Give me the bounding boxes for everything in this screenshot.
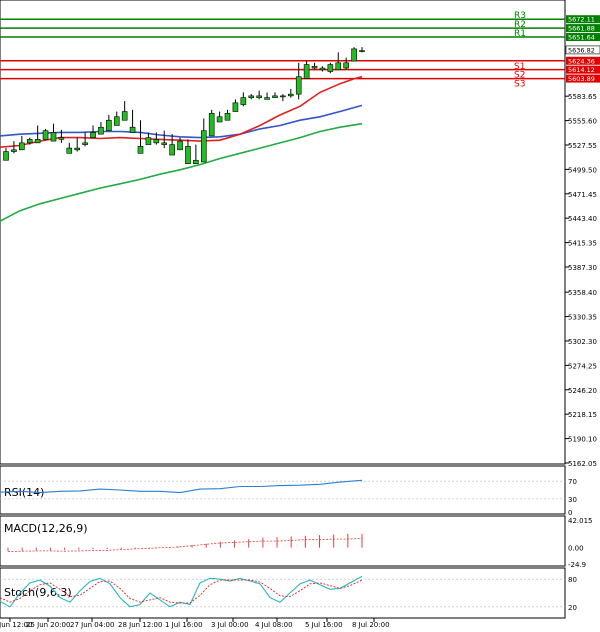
candle-body (256, 95, 262, 98)
price-tick-label: 5218.15 (568, 411, 597, 419)
candle-body (3, 151, 9, 161)
price-tick-label: 5499.50 (568, 166, 597, 174)
stoch-tick-label: 20 (568, 604, 577, 612)
macd-tick-label: 42.015 (568, 517, 593, 525)
rsi-tick-label: 30 (568, 496, 577, 504)
candle-body (145, 137, 152, 145)
price-tick-label: 5274.25 (568, 362, 597, 370)
price-tick-label: 5190.10 (568, 436, 597, 444)
candle-body (200, 130, 207, 163)
candle-body (248, 95, 255, 98)
level-price-label: 5614.12 (568, 66, 595, 74)
rsi-tick-label: 0 (568, 509, 572, 517)
candle-body (287, 93, 294, 97)
candle-body (208, 112, 215, 137)
candle-body (280, 95, 286, 98)
price-tick-label: 5555.60 (568, 118, 597, 126)
candle-body (224, 112, 231, 121)
price-tick-label: 5246.20 (568, 387, 597, 395)
candle-body (50, 132, 57, 142)
price-tick-label: 5358.40 (568, 289, 597, 297)
trading-chart: 5583.65 5555.60 5527.55 5499.50 5471.45 5443.… (0, 0, 600, 632)
time-tick-label: 8 Jul 20:00 (352, 621, 390, 629)
candle-body (264, 97, 270, 100)
candle-body (42, 130, 49, 140)
candle-body (272, 95, 278, 98)
candle-body (193, 159, 199, 165)
candle-body (351, 48, 357, 62)
current-price-label: 5636.82 (568, 46, 595, 54)
price-tick-label: 5330.35 (568, 314, 597, 322)
candle-body (137, 146, 144, 154)
stoch-tick-label: 80 (568, 576, 577, 584)
time-tick-label: 28 Jun 12:00 (118, 621, 162, 629)
level-name-r1: R1 (514, 29, 526, 39)
level-name-s3: S3 (514, 80, 525, 90)
candle-body (129, 126, 136, 133)
level-price-label: 5672.11 (568, 16, 595, 24)
price-tick-label: 5471.45 (568, 191, 597, 199)
rsi-tick-label: 70 (568, 478, 577, 486)
price-tick-label: 5302.30 (568, 338, 597, 346)
price-tick-label: 5162.05 (568, 460, 597, 468)
candle-body (26, 139, 33, 144)
chart-background (0, 0, 600, 632)
price-tick-label: 5583.65 (568, 93, 597, 101)
candle-body (303, 64, 310, 79)
stoch-title: Stoch(9,6,3) (4, 586, 72, 599)
level-price-label: 5603.89 (568, 75, 595, 83)
price-tick-label: 5443.40 (568, 215, 597, 223)
candle-body (98, 126, 104, 135)
candle-body (343, 62, 349, 69)
macd-tick-label: -24.9 (568, 561, 586, 569)
candle-body (359, 50, 365, 52)
candle-body (327, 64, 334, 72)
macd-tick-label: 0.00 (568, 545, 584, 553)
candle-body (121, 111, 128, 121)
candle-body (11, 149, 17, 152)
candle-body (177, 140, 183, 151)
candle-body (106, 119, 112, 131)
price-tick-label: 5387.30 (568, 264, 597, 272)
candle-body (311, 65, 318, 69)
candle-body (113, 116, 120, 126)
candle-body (240, 97, 247, 105)
macd-title: MACD(12,26,9) (4, 522, 88, 535)
price-tick-label: 5415.35 (568, 240, 597, 248)
time-tick-label: 3 Jul 00:00 (211, 621, 249, 629)
time-tick-label: 4 Jul 08:00 (255, 621, 293, 629)
candle-body (66, 147, 73, 154)
candle-body (335, 62, 342, 71)
level-price-label: 5624.36 (568, 57, 595, 65)
candle-body (19, 142, 25, 151)
candle-body (216, 116, 223, 123)
candle-body (34, 139, 41, 144)
candle-body (82, 142, 88, 145)
time-tick-label: 1 Jul 16:00 (165, 621, 203, 629)
candle-body (74, 147, 80, 151)
candle-body (58, 137, 65, 140)
candle-body (90, 132, 96, 138)
candle-body (169, 144, 175, 156)
candle-body (161, 142, 168, 145)
level-price-label: 5661.88 (568, 25, 595, 33)
level-price-label: 5651.64 (568, 34, 595, 42)
candle-body (185, 146, 191, 165)
price-tick-label: 5527.55 (568, 142, 597, 150)
candle-body (232, 102, 239, 112)
time-tick-label: 25 Jun 20:00 (26, 621, 70, 629)
candle-body (295, 76, 302, 95)
candle-body (153, 139, 160, 144)
candle-body (319, 67, 326, 71)
time-tick-label: 27 Jun 04:00 (70, 621, 114, 629)
current-price-marker: 5636.82 (565, 45, 600, 54)
time-tick-label: 5 Jul 16:00 (305, 621, 343, 629)
